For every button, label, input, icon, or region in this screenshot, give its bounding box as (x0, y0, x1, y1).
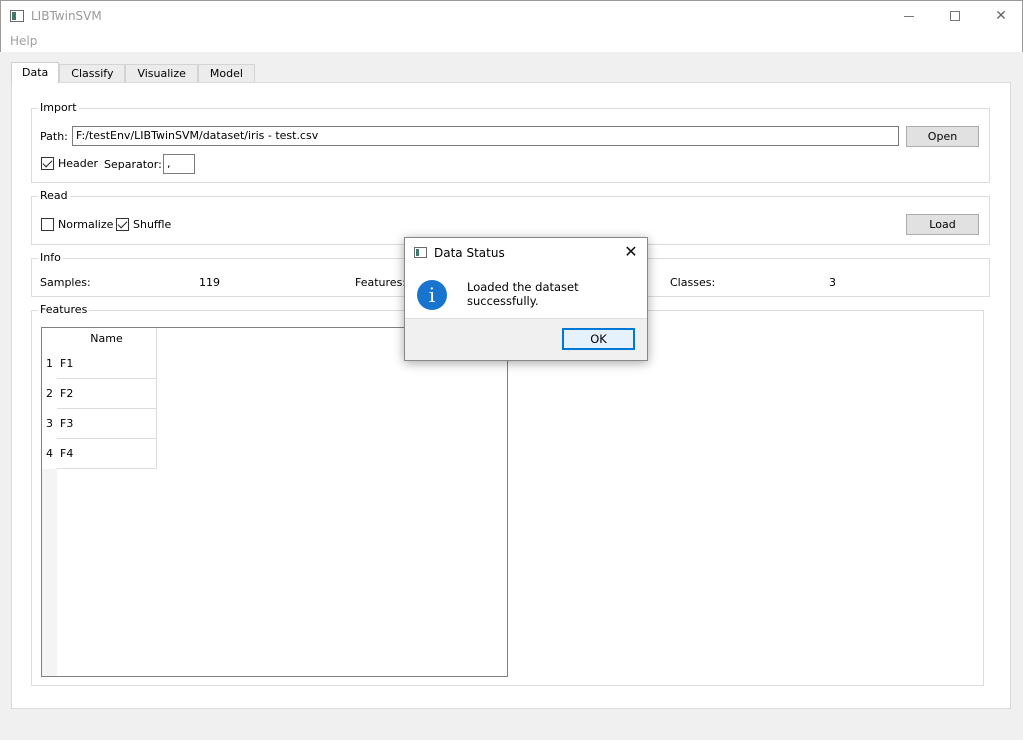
minimize-icon (904, 15, 914, 17)
minimize-button[interactable] (886, 1, 932, 31)
dialog-close-button[interactable]: ✕ (621, 242, 641, 262)
load-button[interactable]: Load (906, 214, 979, 235)
table-cell[interactable]: F1 (57, 349, 157, 379)
window-title: LIBTwinSVM (31, 9, 102, 23)
features-table[interactable]: Name 1 F1 2 F2 3 F3 4 F4 (41, 327, 508, 677)
app-icon (10, 10, 24, 22)
table-cell[interactable]: F2 (57, 379, 157, 409)
tab-model[interactable]: Model (197, 64, 255, 83)
table-cell[interactable]: F4 (57, 439, 157, 469)
row-header[interactable]: 4 (42, 439, 57, 469)
data-status-dialog: Data Status ✕ i Loaded the dataset succe… (404, 237, 648, 361)
path-label: Path: (40, 130, 68, 143)
menu-help[interactable]: Help (10, 34, 37, 48)
menubar: Help (0, 31, 1023, 52)
normalize-checkbox[interactable] (41, 218, 54, 231)
maximize-button[interactable] (932, 1, 978, 31)
shuffle-label: Shuffle (133, 218, 172, 231)
status-bar (0, 715, 1023, 740)
info-group-title: Info (38, 251, 63, 264)
table-corner[interactable] (42, 328, 57, 349)
row-header[interactable]: 1 (42, 349, 57, 379)
path-input[interactable]: F:/testEnv/LIBTwinSVM/dataset/iris - tes… (72, 126, 899, 146)
import-group-title: Import (38, 101, 79, 114)
samples-value: 119 (199, 276, 220, 289)
tab-bar: Data Classify Visualize Model (11, 62, 255, 83)
header-label: Header (58, 157, 99, 170)
tab-visualize[interactable]: Visualize (125, 64, 198, 83)
dialog-titlebar: Data Status ✕ (405, 238, 647, 267)
row-header[interactable]: 3 (42, 409, 57, 439)
tab-classify[interactable]: Classify (59, 64, 126, 83)
separator-label: Separator: (104, 158, 162, 171)
open-button[interactable]: Open (906, 126, 979, 147)
classes-value: 3 (829, 276, 836, 289)
column-header-name[interactable]: Name (57, 328, 157, 349)
dialog-title: Data Status (434, 246, 505, 260)
normalize-label: Normalize (58, 218, 114, 231)
window-titlebar: LIBTwinSVM ✕ (0, 0, 1023, 31)
tab-data[interactable]: Data (11, 62, 60, 83)
header-checkbox[interactable] (41, 157, 54, 170)
ok-button[interactable]: OK (562, 328, 635, 350)
samples-label: Samples: (40, 276, 91, 289)
row-header[interactable]: 2 (42, 379, 57, 409)
dialog-app-icon (414, 247, 427, 258)
dialog-footer: OK (405, 318, 647, 360)
maximize-icon (950, 11, 960, 21)
shuffle-checkbox[interactable] (116, 218, 129, 231)
info-icon: i (417, 280, 447, 310)
read-group-title: Read (38, 189, 70, 202)
features-count-label: Features: (355, 276, 407, 289)
features-group-title: Features (38, 303, 90, 316)
close-icon: ✕ (995, 8, 1007, 24)
separator-input[interactable]: , (163, 154, 195, 174)
table-cell[interactable]: F3 (57, 409, 157, 439)
close-button[interactable]: ✕ (978, 1, 1023, 31)
dialog-message: Loaded the dataset successfully. (467, 280, 579, 308)
classes-label: Classes: (670, 276, 716, 289)
